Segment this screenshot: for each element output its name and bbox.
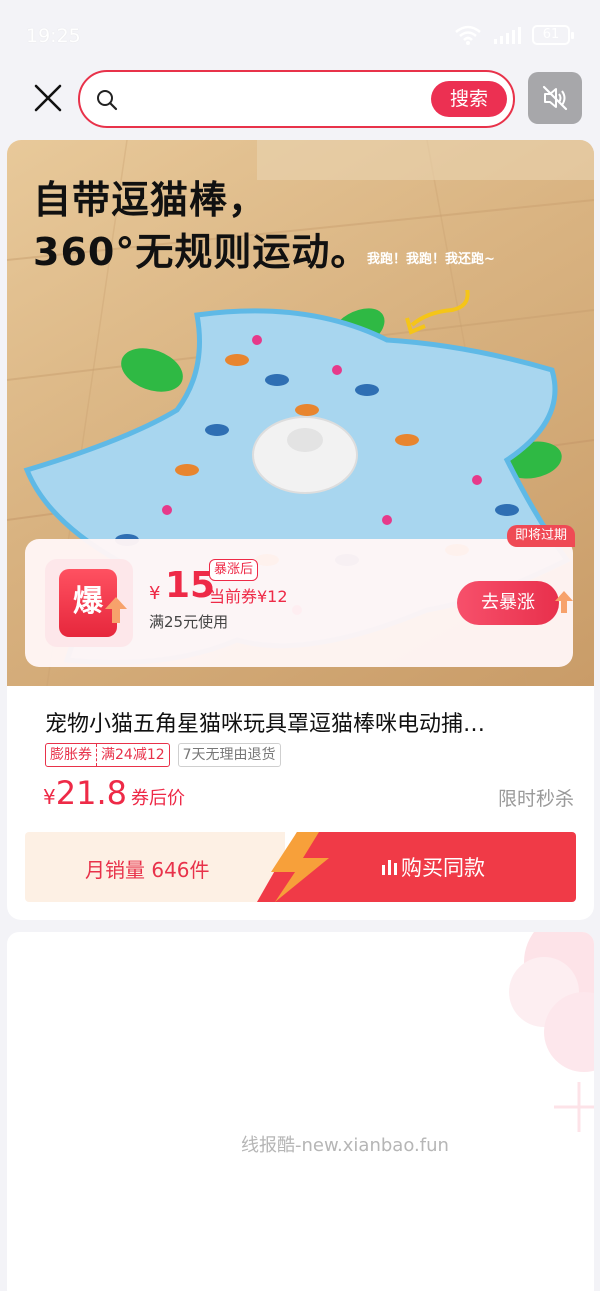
lightning-icon [271,832,329,902]
coupon-type: 膨胀券 [50,747,92,763]
price-row: ¥21.8 券后价 [43,774,185,812]
price-value: 21.8 [55,774,127,812]
up-arrow-icon [555,591,573,613]
price-currency: ¥ [43,785,56,809]
sales-section: 月销量 646件 [25,832,285,902]
flash-sale-label: 限时秒杀 [497,788,574,810]
signal-icon [494,27,521,44]
cloud-decoration [509,932,594,1132]
buy-same-label: 购买同款 [401,856,485,880]
bottom-panel: 线报酷-new.xianbao.fun [7,932,594,1291]
monthly-sales: 月销量 646件 [85,858,210,882]
buy-bar[interactable]: 月销量 646件 购买同款 [25,832,576,902]
coupon-amount: 15 [165,565,216,606]
watermark: 线报酷-new.xianbao.fun [241,1135,449,1156]
product-headline: 自带逗猫棒， 360°无规则运动。 [33,178,370,274]
coupon-condition: 满25元使用 [149,613,229,631]
mute-button[interactable] [528,72,582,124]
price-note: 券后价 [130,788,185,809]
battery-icon: 61 [532,25,574,45]
product-title[interactable]: 宠物小猫五角星猫咪玩具罩逗猫棒咪电动捕… [45,706,565,738]
wifi-icon [455,25,481,45]
tag-row: 膨胀券 满24减12 7天无理由退货 [45,743,281,767]
coupon-currency: ¥ [149,583,161,604]
search-button[interactable]: 搜索 [431,81,507,117]
status-icons: 61 [454,24,574,46]
bars-icon [382,860,397,875]
speech-note: 我跑！我跑！我还跑~ [367,252,495,267]
status-time: 19:25 [26,25,81,47]
product-card[interactable]: 自带逗猫棒， 360°无规则运动。 我跑！我跑！我还跑~ 即将过期 爆 ¥ 15… [7,140,594,920]
after-surge-tag: 暴涨后 [209,559,259,581]
status-bar: 19:25 61 [0,0,600,70]
buy-same-button[interactable]: 购买同款 [381,852,485,882]
search-box[interactable]: 搜索 [78,70,515,128]
expire-tag: 即将过期 [506,525,575,547]
speaker-muted-icon [542,85,568,111]
coupon-overlay: 即将过期 爆 ¥ 15 暴涨后 当前券¥12 满25元使用 去暴涨 [25,525,575,667]
coupon-rule: 满24减12 [96,744,169,766]
up-arrow-icon [105,597,127,623]
close-icon[interactable] [32,82,64,114]
search-icon [97,90,118,111]
current-coupon: 当前券¥12 [209,587,288,606]
coupon-tag: 膨胀券 满24减12 [45,743,170,767]
surge-button[interactable]: 去暴涨 [457,581,559,625]
search-input[interactable] [130,84,420,114]
return-policy-tag: 7天无理由退货 [177,743,281,767]
boom-badge: 爆 [45,559,133,647]
product-image[interactable]: 自带逗猫棒， 360°无规则运动。 我跑！我跑！我还跑~ 即将过期 爆 ¥ 15… [7,140,594,686]
